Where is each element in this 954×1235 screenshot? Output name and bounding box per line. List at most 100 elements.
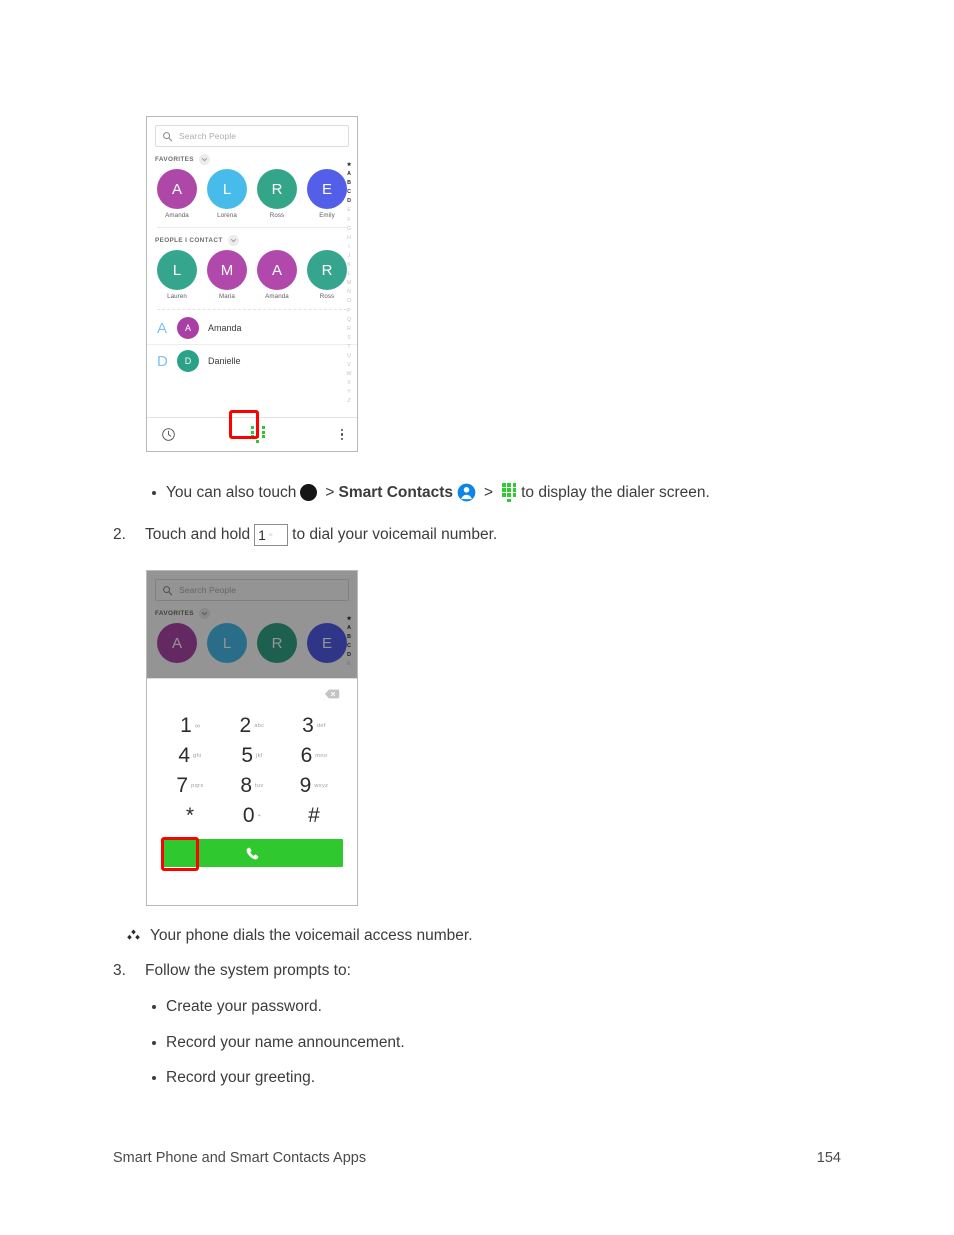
diamond-cluster-icon bbox=[127, 929, 140, 940]
alpha-index-letter: D bbox=[347, 652, 351, 659]
dialer-sheet: 1 ∞ 2 abc 3 def 4 ghi 5 jkl 6 mno 7 pqrs 8 tuv 9 wxyz * 0 + # bbox=[147, 678, 357, 905]
key-#[interactable]: # bbox=[283, 801, 345, 831]
alpha-index-letter[interactable]: O bbox=[347, 297, 351, 306]
clock-history-icon[interactable] bbox=[161, 427, 176, 442]
step-text-after: to dial your voicemail number. bbox=[292, 526, 498, 543]
section-header-favorites[interactable]: FAVORITES bbox=[147, 147, 357, 167]
avatar: A bbox=[157, 169, 197, 209]
alpha-index-letter[interactable]: U bbox=[347, 352, 351, 361]
alpha-index-letter[interactable]: R bbox=[347, 325, 351, 334]
avatar: E bbox=[307, 623, 347, 663]
contact-name: Lorena bbox=[217, 212, 237, 219]
dialpad-icon[interactable] bbox=[250, 425, 266, 444]
key-sublabel: + bbox=[257, 813, 262, 819]
search-bar[interactable]: Search People bbox=[155, 125, 349, 147]
alpha-index-letter[interactable]: A bbox=[347, 170, 351, 179]
contact-tile[interactable]: R Ross bbox=[255, 169, 299, 219]
avatar: R bbox=[257, 623, 297, 663]
contact-name: Amanda bbox=[208, 323, 242, 333]
alpha-index-letter[interactable]: G bbox=[347, 225, 351, 234]
call-button[interactable] bbox=[161, 839, 343, 867]
sub-bullet-create-password: Create your password. bbox=[152, 998, 322, 1016]
alpha-index-letter[interactable]: ★ bbox=[347, 161, 352, 170]
alpha-index-letter[interactable]: E bbox=[347, 206, 351, 215]
list-item[interactable]: A A Amanda bbox=[147, 312, 357, 345]
section-header-people-i-contact[interactable]: PEOPLE I CONTACT bbox=[147, 228, 357, 248]
alpha-index-letter[interactable]: Q bbox=[347, 316, 351, 325]
key-sublabel: def bbox=[316, 723, 326, 729]
dimmed-contacts-backdrop: Search People FAVORITES A L R E ★ A B C … bbox=[147, 571, 357, 678]
key-number: 7 bbox=[176, 774, 189, 797]
note-voicemail-dials: Your phone dials the voicemail access nu… bbox=[126, 927, 473, 945]
alpha-index-letter[interactable]: Y bbox=[347, 388, 351, 397]
contact-tile[interactable]: M Maria bbox=[205, 250, 249, 300]
sub-bullet-text: Record your greeting. bbox=[166, 1069, 316, 1086]
contact-tile[interactable]: L Lauren bbox=[155, 250, 199, 300]
footer-title: Smart Phone and Smart Contacts Apps bbox=[113, 1150, 367, 1166]
avatar: L bbox=[157, 250, 197, 290]
alpha-index-letter: E bbox=[347, 661, 351, 668]
key-4[interactable]: 4 ghi bbox=[159, 741, 221, 771]
alpha-index-letter[interactable]: F bbox=[347, 216, 350, 225]
key-5[interactable]: 5 jkl bbox=[221, 741, 283, 771]
note-text: Your phone dials the voicemail access nu… bbox=[150, 927, 473, 944]
overflow-menu-icon[interactable] bbox=[340, 428, 343, 441]
key-sublabel: tuv bbox=[255, 783, 264, 789]
alphabet-index: ★ A B C D E bbox=[343, 615, 355, 670]
alpha-index-letter[interactable]: N bbox=[347, 288, 351, 297]
key-*[interactable]: * bbox=[159, 801, 221, 831]
key-8[interactable]: 8 tuv bbox=[221, 771, 283, 801]
key-sublabel: mno bbox=[315, 753, 328, 759]
avatar: A bbox=[177, 317, 199, 339]
alpha-index-letter[interactable]: T bbox=[347, 343, 350, 352]
smart-contacts-label: Smart Contacts bbox=[338, 483, 454, 501]
step-3: 3. Follow the system prompts to: bbox=[113, 962, 351, 980]
alpha-index-letter[interactable]: S bbox=[347, 334, 351, 343]
avatar: L bbox=[207, 623, 247, 663]
phone-handset-icon bbox=[246, 847, 258, 859]
backspace-row bbox=[147, 679, 357, 709]
alphabet-index[interactable]: ★ A B C D E F G H I J K L M N O P Q R S T U V W X Y Z bbox=[343, 161, 355, 407]
key-3[interactable]: 3 def bbox=[283, 711, 345, 741]
alpha-index-letter[interactable]: P bbox=[347, 307, 351, 316]
bullet-text-after: to display the dialer screen. bbox=[521, 483, 710, 501]
backspace-icon[interactable] bbox=[324, 689, 340, 699]
contact-tile: L bbox=[205, 623, 249, 663]
key-2[interactable]: 2 abc bbox=[221, 711, 283, 741]
avatar: L bbox=[207, 169, 247, 209]
contact-tile[interactable]: A Amanda bbox=[155, 169, 199, 219]
apps-grid-icon bbox=[300, 484, 318, 502]
alpha-index-letter[interactable]: K bbox=[347, 261, 351, 270]
sub-bullet-record-greeting: Record your greeting. bbox=[152, 1069, 315, 1087]
chevron-down-icon[interactable] bbox=[227, 235, 239, 246]
alpha-index-letter[interactable]: D bbox=[347, 197, 351, 206]
alpha-index-letter[interactable]: Z bbox=[347, 397, 350, 406]
contact-tile[interactable]: L Lorena bbox=[205, 169, 249, 219]
key-9[interactable]: 9 wxyz bbox=[283, 771, 345, 801]
separator-gt: > bbox=[484, 483, 494, 501]
key-6[interactable]: 6 mno bbox=[283, 741, 345, 771]
alpha-index-letter[interactable]: B bbox=[347, 179, 351, 188]
list-item[interactable]: D D Danielle bbox=[147, 345, 357, 377]
contact-name: Lauren bbox=[167, 293, 187, 300]
alpha-index-letter[interactable]: L bbox=[348, 270, 351, 279]
section-title: FAVORITES bbox=[155, 610, 194, 617]
alpha-index-letter[interactable]: M bbox=[347, 279, 351, 288]
alpha-index-letter[interactable]: V bbox=[347, 361, 351, 370]
alpha-index-letter[interactable]: H bbox=[347, 234, 351, 243]
alpha-index-letter[interactable]: J bbox=[348, 252, 351, 261]
key-7[interactable]: 7 pqrs bbox=[159, 771, 221, 801]
chevron-down-icon[interactable] bbox=[198, 154, 210, 165]
sub-bullet-text: Create your password. bbox=[166, 998, 322, 1015]
contact-tile[interactable]: A Amanda bbox=[255, 250, 299, 300]
key-number: 6 bbox=[300, 744, 313, 767]
alpha-index-letter[interactable]: I bbox=[348, 243, 349, 252]
alpha-index-letter[interactable]: C bbox=[347, 188, 351, 197]
alpha-index-letter: A bbox=[347, 625, 351, 632]
keypad: 1 ∞ 2 abc 3 def 4 ghi 5 jkl 6 mno 7 pqrs 8 tuv 9 wxyz * 0 + # bbox=[147, 709, 357, 831]
section-header-favorites: FAVORITES bbox=[147, 601, 357, 621]
key-0[interactable]: 0 + bbox=[221, 801, 283, 831]
alpha-index-letter[interactable]: W bbox=[347, 370, 352, 379]
alpha-index-letter[interactable]: X bbox=[347, 379, 351, 388]
key-1[interactable]: 1 ∞ bbox=[159, 711, 221, 741]
